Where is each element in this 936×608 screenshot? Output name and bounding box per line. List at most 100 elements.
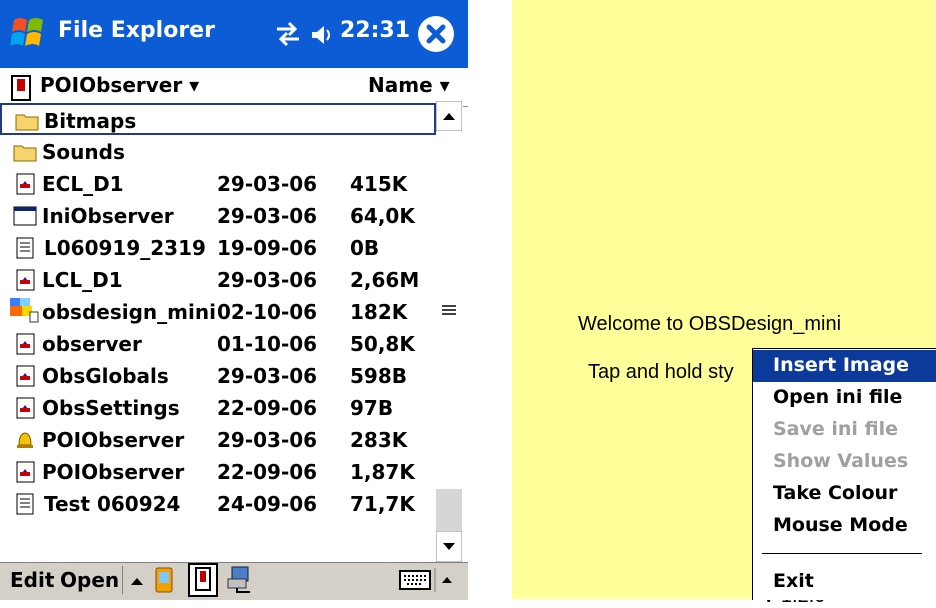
file-date: 29-03-06 xyxy=(217,428,318,452)
data-file-icon xyxy=(12,364,38,388)
file-size: 97B xyxy=(350,396,394,420)
app-color-icon xyxy=(10,298,39,323)
my-device-icon[interactable] xyxy=(150,565,178,595)
clock[interactable]: 22:31 xyxy=(340,18,410,43)
data-file-icon xyxy=(12,460,38,484)
file-date: 29-03-06 xyxy=(217,172,318,196)
mouse-mode-item[interactable]: Mouse Mode xyxy=(753,510,936,542)
menu-item-label: Take Colour xyxy=(773,482,898,504)
file-size: 50,8K xyxy=(350,332,415,356)
file-date: 02-10-06 xyxy=(217,300,318,324)
storage-card-icon xyxy=(11,75,31,101)
file-row[interactable]: Test 060924 24-09-06 71,7K xyxy=(0,488,436,520)
keyboard-icon[interactable] xyxy=(398,568,432,592)
file-name: POIObserver xyxy=(42,428,185,452)
file-row[interactable]: LCL_D1 29-03-06 2,66M xyxy=(0,264,436,296)
menu-item-label: Exit xyxy=(773,570,814,592)
scroll-track[interactable] xyxy=(436,489,462,531)
folder-dropdown[interactable]: POIObserver ▾ xyxy=(40,73,199,97)
menubar-divider xyxy=(122,566,123,594)
app-title: File Explorer xyxy=(58,18,215,43)
file-size: 64,0K xyxy=(350,204,415,228)
file-date: 19-09-06 xyxy=(217,236,318,260)
bell-icon xyxy=(12,428,38,452)
file-row[interactable]: L060919_2319 19-09-06 0B xyxy=(0,232,436,264)
file-date: 29-03-06 xyxy=(217,204,318,228)
folder-icon xyxy=(14,109,40,133)
file-date: 22-09-06 xyxy=(217,460,318,484)
windows-start-icon[interactable] xyxy=(8,12,48,56)
sort-dropdown[interactable]: Name ▾ xyxy=(368,73,450,97)
scroll-down-button[interactable] xyxy=(436,531,462,562)
file-size: 598B xyxy=(350,364,407,388)
file-row[interactable]: Bitmaps xyxy=(0,103,436,135)
file-row[interactable]: ObsGlobals 29-03-06 598B xyxy=(0,360,436,392)
open-menu[interactable]: Open xyxy=(60,568,119,592)
up-arrow-icon[interactable] xyxy=(126,570,148,592)
input-panel-arrow-icon[interactable] xyxy=(434,568,460,592)
file-row[interactable]: ObsSettings 22-09-06 97B xyxy=(0,392,436,424)
scroll-grip-icon xyxy=(442,305,456,315)
storage-card-button[interactable] xyxy=(188,563,218,597)
menu-separator xyxy=(762,553,922,554)
data-file-icon xyxy=(12,172,38,196)
exit-item[interactable]: Exit xyxy=(753,566,936,598)
file-row[interactable]: IniObserver 29-03-06 64,0K xyxy=(0,200,436,232)
folder-icon xyxy=(12,140,38,164)
menu-item-label: Save ini file xyxy=(773,418,899,440)
insert-image-item[interactable]: Insert Image xyxy=(753,350,936,382)
menu-item-label: Insert Image xyxy=(773,354,910,376)
scroll-up-button[interactable] xyxy=(436,101,462,131)
file-row[interactable]: obsdesign_mini 02-10-06 182K xyxy=(0,296,436,328)
file-size: 0B xyxy=(350,236,380,260)
file-name: ECL_D1 xyxy=(42,172,124,196)
app-window-icon xyxy=(12,204,38,228)
file-name: IniObserver xyxy=(42,204,174,228)
menu-item-label: Mouse Mode xyxy=(773,514,908,536)
file-row[interactable]: ECL_D1 29-03-06 415K xyxy=(0,168,436,200)
take-colour-item[interactable]: Take Colour xyxy=(753,478,936,510)
menu-item-label: Open ini file xyxy=(773,386,903,408)
file-date: 01-10-06 xyxy=(217,332,318,356)
file-size: 283K xyxy=(350,428,408,452)
file-name: observer xyxy=(42,332,142,356)
file-name: obsdesign_mini xyxy=(42,300,216,324)
file-list[interactable]: Bitmaps Sounds ECL_D1 29-03-06 415K IniObserv… xyxy=(0,101,436,562)
menu-item-label: Show Values xyxy=(773,450,909,472)
show-values-item: Show Values xyxy=(753,446,936,478)
file-name: L060919_2319 xyxy=(44,236,206,260)
storage-card-icon xyxy=(195,567,211,591)
file-name: POIObserver xyxy=(42,460,185,484)
file-row[interactable]: Sounds xyxy=(0,136,436,168)
tap-hint-text: Tap and hold sty xyxy=(588,361,734,383)
file-size: 182K xyxy=(350,300,408,324)
file-name: LCL_D1 xyxy=(42,268,123,292)
welcome-text: Welcome to OBSDesign_mini xyxy=(578,313,842,335)
file-row[interactable]: observer 01-10-06 50,8K xyxy=(0,328,436,360)
file-row[interactable]: POIObserver 29-03-06 283K xyxy=(0,424,436,456)
file-name: Bitmaps xyxy=(44,109,137,133)
file-name: Sounds xyxy=(42,140,125,164)
file-name: ObsGlobals xyxy=(42,364,169,388)
connectivity-icon[interactable] xyxy=(273,20,303,48)
text-file-icon xyxy=(12,236,38,260)
close-button[interactable] xyxy=(418,16,454,52)
file-name: ObsSettings xyxy=(42,396,180,420)
file-date: 29-03-06 xyxy=(217,268,318,292)
file-name: Test 060924 xyxy=(44,492,181,516)
open-ini-file-item[interactable]: Open ini file xyxy=(753,382,936,414)
file-size: 1,87K xyxy=(350,460,415,484)
file-date: 29-03-06 xyxy=(217,364,318,388)
data-file-icon xyxy=(12,332,38,356)
data-file-icon xyxy=(12,268,38,292)
file-size: 2,66M xyxy=(350,268,420,292)
file-date: 22-09-06 xyxy=(217,396,318,420)
speaker-icon[interactable] xyxy=(310,22,336,48)
network-drive-icon[interactable] xyxy=(224,564,254,594)
file-size: 415K xyxy=(350,172,408,196)
file-row[interactable]: POIObserver 22-09-06 1,87K xyxy=(0,456,436,488)
file-size: 71,7K xyxy=(350,492,415,516)
edit-menu[interactable]: Edit xyxy=(10,568,54,592)
text-file-icon xyxy=(12,492,38,516)
file-date: 24-09-06 xyxy=(217,492,318,516)
